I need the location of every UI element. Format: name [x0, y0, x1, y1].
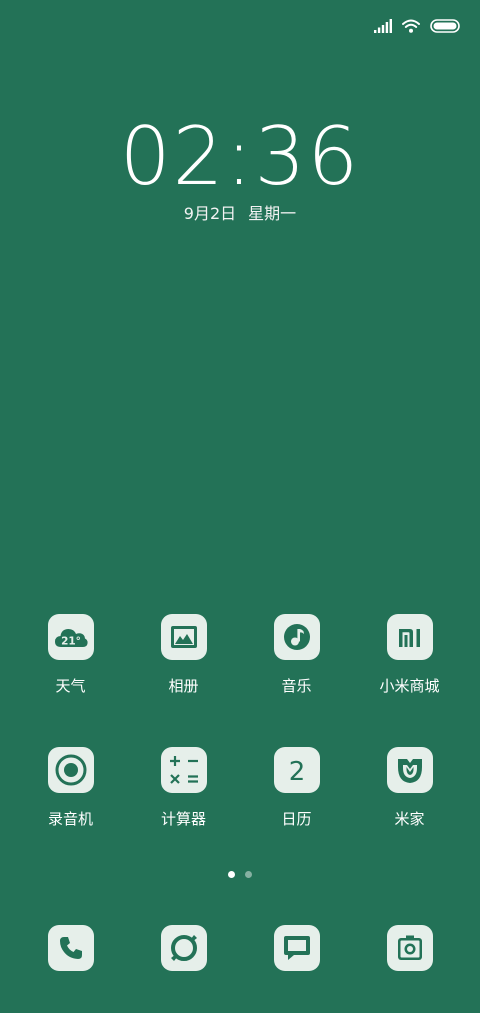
lockscreen-clock: 02:36: [119, 110, 361, 203]
lockscreen-date: 9月2日 星期一: [0, 202, 480, 226]
dock: [0, 925, 480, 971]
page-indicator: [0, 871, 480, 878]
app-label-recorder: 录音机: [47, 810, 93, 828]
mi-store-icon: [386, 614, 433, 660]
dock-camera[interactable]: [353, 925, 466, 971]
signal-icon: [374, 19, 392, 33]
app-label-gallery: 相册: [168, 677, 199, 695]
mijia-icon: [386, 747, 433, 793]
page-dot-1[interactable]: [228, 871, 235, 878]
dock-browser[interactable]: [127, 925, 240, 971]
app-label-mi-store: 小米商城: [379, 677, 440, 695]
camera-icon: [386, 925, 433, 971]
app-label-music: 音乐: [281, 677, 312, 695]
recorder-icon: [47, 747, 94, 793]
weather-temperature: 21°: [61, 636, 81, 648]
app-label-weather: 天气: [55, 677, 86, 695]
browser-icon: [160, 925, 207, 971]
dock-phone[interactable]: [14, 925, 127, 971]
calendar-icon: 2: [273, 747, 320, 793]
dock-messages[interactable]: [240, 925, 353, 971]
app-mijia[interactable]: 米家: [353, 747, 466, 829]
messages-icon: [273, 925, 320, 971]
app-mi-store[interactable]: 小米商城: [353, 614, 466, 696]
date-text: 9月2日: [183, 204, 237, 223]
app-music[interactable]: 音乐: [240, 614, 353, 696]
app-calendar[interactable]: 2 日历: [240, 747, 353, 829]
music-icon: [273, 614, 320, 660]
app-gallery[interactable]: 相册: [127, 614, 240, 696]
app-recorder[interactable]: 录音机: [14, 747, 127, 829]
app-grid-row-1: 21° 天气 相册 音乐 小米商城: [0, 614, 480, 696]
weather-icon: 21°: [47, 614, 94, 660]
calendar-day-number: 2: [288, 757, 305, 786]
calculator-icon: [160, 747, 207, 793]
app-label-mijia: 米家: [394, 810, 425, 828]
app-label-calculator: 计算器: [160, 810, 206, 828]
gallery-icon: [160, 614, 207, 660]
phone-icon: [47, 925, 94, 971]
page-dot-2[interactable]: [245, 871, 252, 878]
app-grid-row-2: 录音机 计算器 2 日历 米家: [0, 747, 480, 829]
wifi-icon: [402, 19, 420, 33]
app-weather[interactable]: 21° 天气: [14, 614, 127, 696]
status-bar: [374, 14, 460, 38]
app-calculator[interactable]: 计算器: [127, 747, 240, 829]
weekday-text: 星期一: [248, 204, 297, 223]
battery-icon: [430, 19, 460, 33]
app-label-calendar: 日历: [281, 810, 312, 828]
